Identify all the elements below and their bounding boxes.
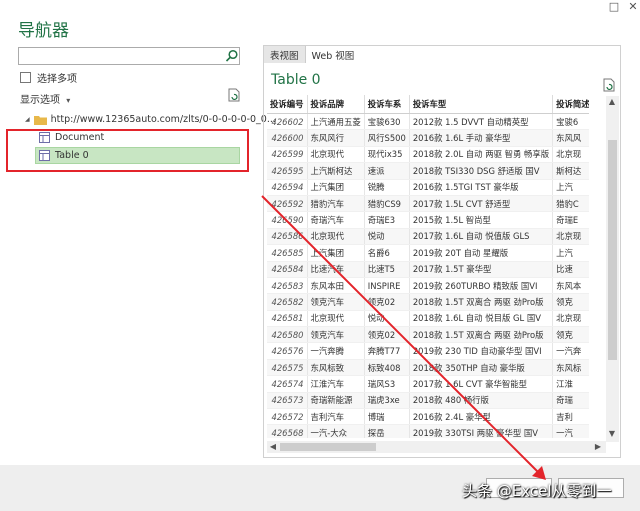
annotation-arrow <box>261 195 546 480</box>
watermark-text: 头条 @Excel从零到一 <box>462 482 612 500</box>
